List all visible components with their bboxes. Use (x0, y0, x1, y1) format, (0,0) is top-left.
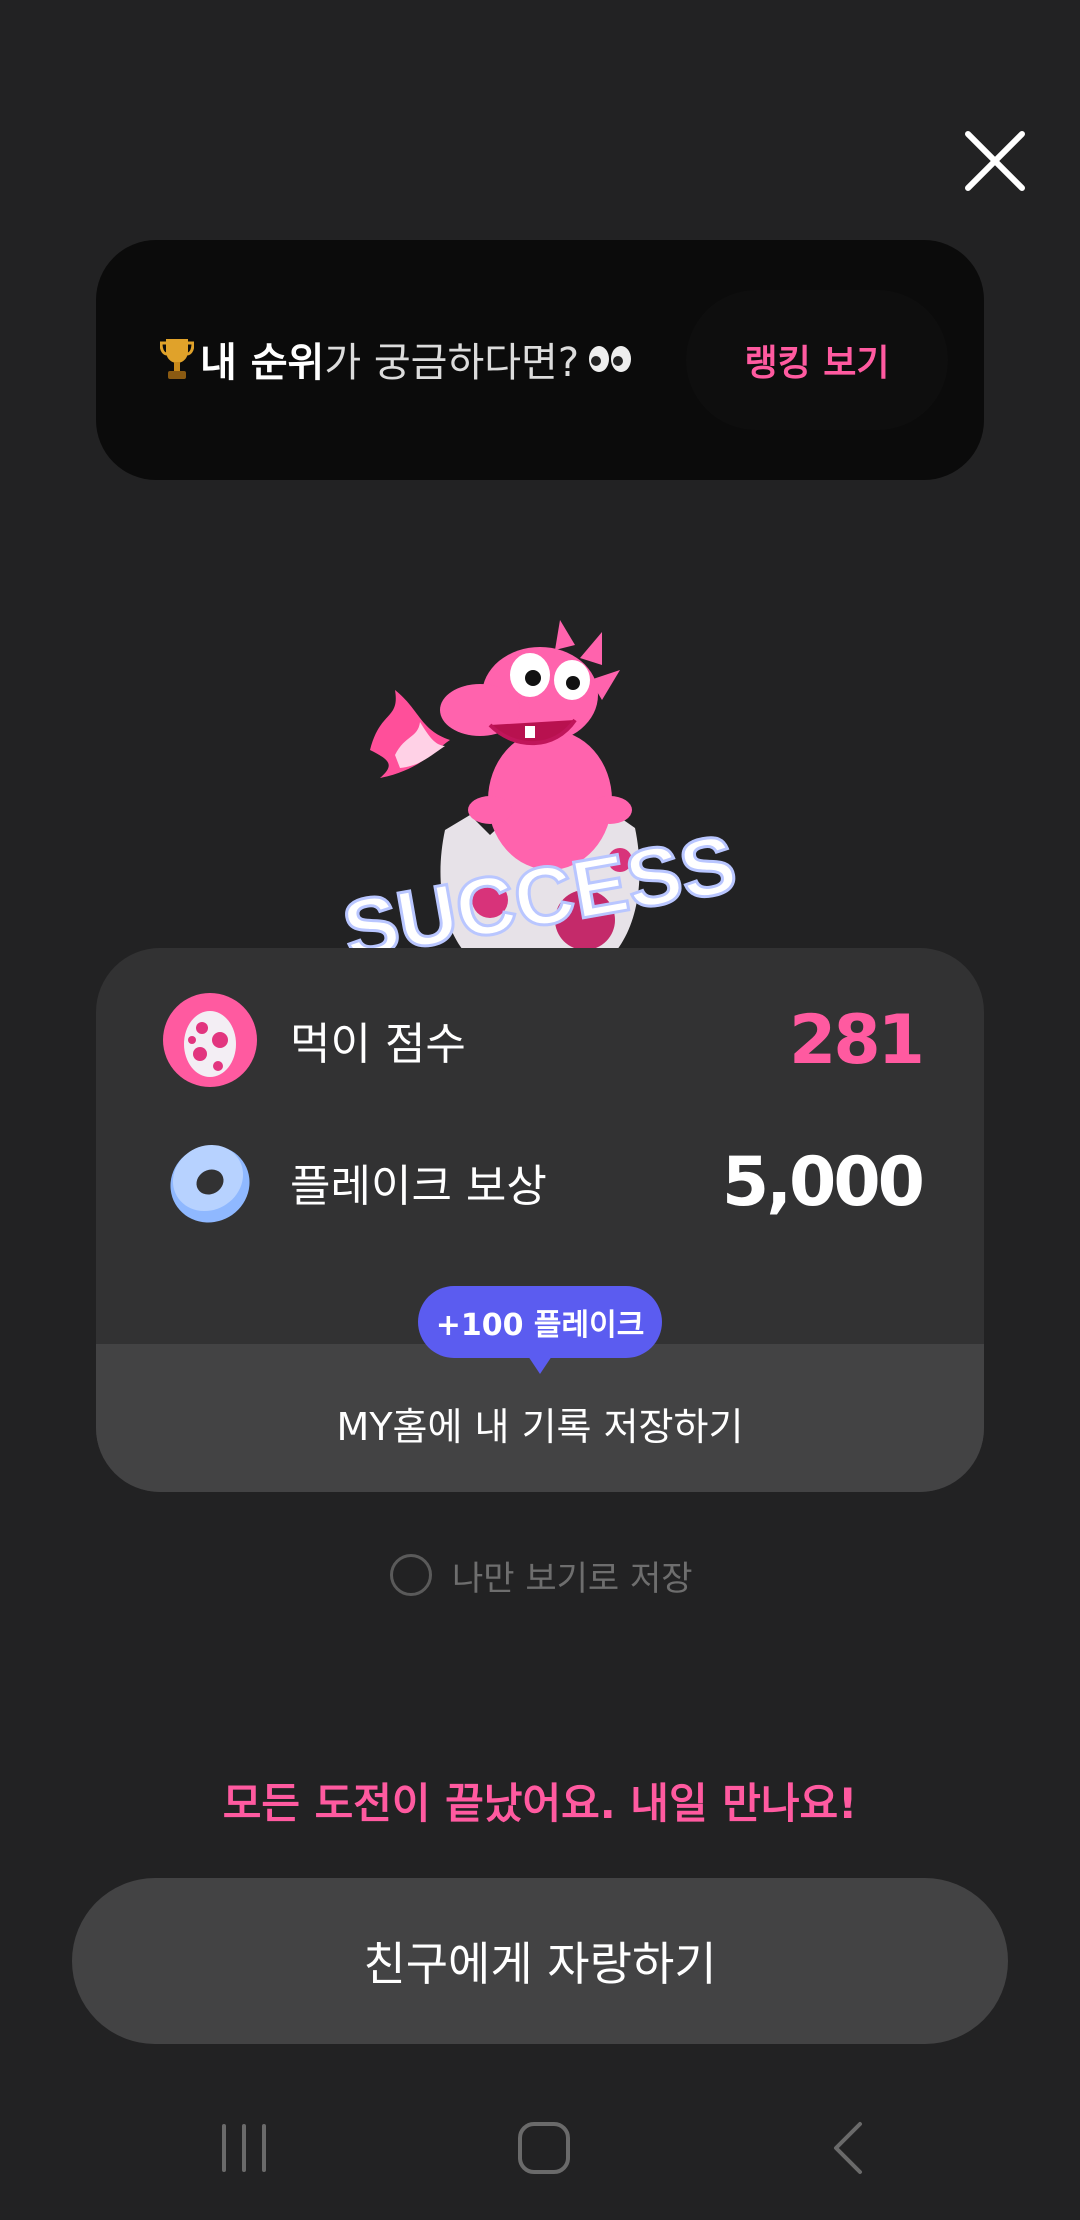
back-icon (834, 2122, 862, 2174)
score-label: 먹이 점수 (290, 1019, 466, 1070)
share-button[interactable]: 친구에게 자랑하기 (72, 1878, 1008, 2044)
home-button[interactable] (514, 2118, 574, 2178)
done-message: 모든 도전이 끝났어요. 내일 만나요! (222, 1779, 858, 1828)
private-save-label: 나만 보기로 저장 (452, 1558, 693, 1599)
egg-icon (163, 993, 257, 1087)
reward-value: 5,000 (721, 1142, 925, 1222)
score-value: 281 (789, 1000, 925, 1080)
ranking-view-label: 랭킹 보기 (744, 343, 890, 384)
reward-label: 플레이크 보상 (290, 1161, 547, 1212)
ranking-prompt-bold: 내 순위 (200, 340, 325, 386)
ranking-prompt-rest: 가 궁금하다면? (324, 340, 580, 386)
close-button[interactable] (960, 126, 1030, 196)
ranking-prompt: 내 순위 가 궁금하다면? (160, 330, 633, 388)
bonus-flake-text: +100 플레이크 (435, 1308, 645, 1343)
trophy-icon (160, 339, 194, 379)
score-row: 먹이 점수 281 (162, 990, 925, 1090)
recent-apps-icon (222, 2124, 266, 2172)
result-card: 먹이 점수 281 플레이크 보상 5,000 MY홈에 내 기록 저장하기 (96, 948, 984, 1492)
recent-apps-button[interactable] (214, 2118, 274, 2178)
flake-ring-icon (170, 1144, 250, 1223)
private-save-toggle[interactable]: 나만 보기로 저장 (390, 1550, 693, 1600)
ranking-banner: 내 순위 가 궁금하다면? 랭킹 보기 (96, 240, 984, 480)
home-icon (518, 2122, 570, 2174)
save-record-label: MY홈에 내 기록 저장하기 (336, 1404, 744, 1449)
close-icon (965, 131, 1025, 191)
back-button[interactable] (820, 2118, 880, 2178)
reward-row: 플레이크 보상 5,000 (162, 1132, 925, 1232)
eyes-icon (589, 346, 632, 372)
ranking-view-button[interactable]: 랭킹 보기 (686, 290, 948, 430)
share-button-label: 친구에게 자랑하기 (363, 1937, 717, 1991)
private-save-radio[interactable] (390, 1554, 432, 1596)
bonus-flake-badge: +100 플레이크 (418, 1286, 662, 1374)
